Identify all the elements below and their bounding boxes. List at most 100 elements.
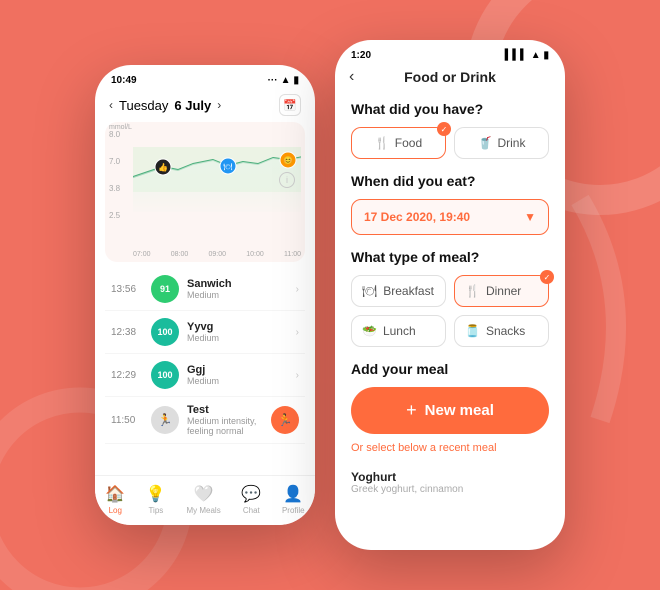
y-label-2: 7.0 xyxy=(109,157,120,166)
table-row[interactable]: 12:29 100 Ggj Medium › xyxy=(105,354,305,397)
recent-meal-description: Greek yoghurt, cinnamon xyxy=(351,484,549,495)
meal-time: 12:29 xyxy=(111,370,143,381)
nav-item-profile[interactable]: 👤 Profile xyxy=(282,484,305,515)
phones-container: 10:49 ··· ▲ ▮ ‹ Tuesday 6 July › 📅 8.0 7… xyxy=(95,40,565,550)
date-nav: ‹ Tuesday 6 July › xyxy=(109,98,221,113)
score-badge: 100 xyxy=(151,318,179,346)
bottom-navigation: 🏠 Log 💡 Tips 🤍 My Meals 💬 Chat 👤 Profile xyxy=(95,475,315,525)
meal-time: 12:38 xyxy=(111,327,143,338)
chevron-right-icon: › xyxy=(296,284,299,295)
meal-name: Sanwich xyxy=(187,278,288,290)
svg-text:👍: 👍 xyxy=(158,162,168,172)
nav-label-chat: Chat xyxy=(243,506,260,515)
drink-icon: 🥤 xyxy=(478,136,493,150)
signal-bars-icon: ▍▍▍ xyxy=(505,50,528,61)
meal-type-grid: 🍽 Breakfast 🍴 Dinner ✓ 🥗 Lunch 🫙 Snacks xyxy=(351,275,549,347)
meal-info: Ggj Medium xyxy=(187,364,288,386)
food-icon: 🍴 xyxy=(375,136,390,150)
signal-dots: ··· xyxy=(268,75,278,86)
chat-icon: 💬 xyxy=(241,484,261,504)
left-status-bar: 10:49 ··· ▲ ▮ xyxy=(95,65,315,90)
table-row[interactable]: 12:38 100 Yyvg Medium › xyxy=(105,311,305,354)
wifi-icon: ▲ xyxy=(531,50,541,61)
food-label: Food xyxy=(395,136,422,150)
right-status-time: 1:20 xyxy=(351,50,371,61)
new-meal-button[interactable]: + New meal xyxy=(351,387,549,434)
meal-info: Sanwich Medium xyxy=(187,278,288,300)
meal-type-lunch[interactable]: 🥗 Lunch xyxy=(351,315,446,347)
meal-type-dinner[interactable]: 🍴 Dinner ✓ xyxy=(454,275,549,307)
question-meal-type: What type of meal? xyxy=(351,249,549,265)
nav-item-chat[interactable]: 💬 Chat xyxy=(241,484,261,515)
meal-description: Medium xyxy=(187,290,288,300)
lunch-label: Lunch xyxy=(383,324,416,338)
chart-unit: mmol/L xyxy=(109,124,132,131)
meal-info: Test Medium intensity, feeling normal xyxy=(187,404,263,436)
chevron-right-icon: › xyxy=(296,370,299,381)
right-content: What did you have? 🍴 Food ✓ 🥤 Drink When… xyxy=(335,93,565,509)
chart-y-labels: 8.0 7.0 3.8 2.5 xyxy=(109,130,120,220)
breakfast-label: Breakfast xyxy=(383,284,434,298)
y-label-1: 8.0 xyxy=(109,130,120,139)
nav-label-profile: Profile xyxy=(282,506,305,515)
new-meal-label: New meal xyxy=(425,402,494,419)
recent-meal-name: Yoghurt xyxy=(351,470,549,484)
meal-type-snacks[interactable]: 🫙 Snacks xyxy=(454,315,549,347)
food-drink-options: 🍴 Food ✓ 🥤 Drink xyxy=(351,127,549,159)
nav-label-tips: Tips xyxy=(148,506,163,515)
calendar-icon[interactable]: 📅 xyxy=(279,94,301,116)
page-title: Food or Drink xyxy=(404,69,496,85)
battery-icon: ▮ xyxy=(543,50,549,61)
battery-icon: ▮ xyxy=(293,75,299,86)
next-day-button[interactable]: › xyxy=(217,98,221,112)
snacks-icon: 🫙 xyxy=(465,324,480,338)
nav-item-mymeals[interactable]: 🤍 My Meals xyxy=(186,484,220,515)
meal-type-breakfast[interactable]: 🍽 Breakfast xyxy=(351,275,446,307)
table-row[interactable]: 11:50 🏃 Test Medium intensity, feeling n… xyxy=(105,397,305,444)
dinner-icon: 🍴 xyxy=(465,284,480,298)
chevron-down-icon: ▼ xyxy=(524,210,536,224)
score-badge: 91 xyxy=(151,275,179,303)
food-option-button[interactable]: 🍴 Food ✓ xyxy=(351,127,446,159)
svg-text:🍽: 🍽 xyxy=(224,163,233,171)
plus-icon: + xyxy=(406,400,417,421)
profile-icon: 👤 xyxy=(283,484,303,504)
meal-list: 13:56 91 Sanwich Medium › 12:38 100 Yyvg… xyxy=(95,262,315,450)
question-food-or-drink: What did you have? xyxy=(351,101,549,117)
home-icon: 🏠 xyxy=(105,484,125,504)
meal-info: Yyvg Medium xyxy=(187,321,288,343)
nav-item-log[interactable]: 🏠 Log xyxy=(105,484,125,515)
breakfast-icon: 🍽 xyxy=(362,284,377,298)
left-phone: 10:49 ··· ▲ ▮ ‹ Tuesday 6 July › 📅 8.0 7… xyxy=(95,65,315,525)
table-row[interactable]: 13:56 91 Sanwich Medium › xyxy=(105,268,305,311)
meal-name: Ggj xyxy=(187,364,288,376)
day-label: Tuesday xyxy=(119,98,168,113)
list-item[interactable]: Yoghurt Greek yoghurt, cinnamon xyxy=(351,464,549,501)
wifi-icon: ▲ xyxy=(281,75,291,86)
food-check-badge: ✓ xyxy=(437,122,451,136)
top-navigation: ‹ Food or Drink xyxy=(335,65,565,93)
right-phone: 1:20 ▍▍▍ ▲ ▮ ‹ Food or Drink What did yo… xyxy=(335,40,565,550)
prev-day-button[interactable]: ‹ xyxy=(109,98,113,112)
chart-x-labels: 07:00 08:00 09:00 10:00 11:00 xyxy=(133,251,301,258)
dinner-label: Dinner xyxy=(486,284,521,298)
meal-name: Yyvg xyxy=(187,321,288,333)
lunch-icon: 🥗 xyxy=(362,324,377,338)
score-badge: 🏃 xyxy=(151,406,179,434)
datetime-picker-button[interactable]: 17 Dec 2020, 19:40 ▼ xyxy=(351,199,549,235)
drink-option-button[interactable]: 🥤 Drink xyxy=(454,127,549,159)
svg-text:😊: 😊 xyxy=(283,156,293,165)
meal-description: Medium intensity, feeling normal xyxy=(187,416,263,436)
drink-label: Drink xyxy=(497,136,525,150)
nav-item-tips[interactable]: 💡 Tips xyxy=(146,484,166,515)
score-badge: 100 xyxy=(151,361,179,389)
glucose-chart: 8.0 7.0 3.8 2.5 mmol/L xyxy=(105,122,305,262)
dinner-check-badge: ✓ xyxy=(540,270,554,284)
back-button[interactable]: ‹ xyxy=(349,68,354,86)
chevron-right-icon: › xyxy=(296,327,299,338)
chart-info-icon[interactable]: i xyxy=(279,172,295,188)
nav-label-log: Log xyxy=(109,506,122,515)
add-meal-section: Add your meal + New meal Or select below… xyxy=(351,361,549,501)
meal-time: 13:56 xyxy=(111,284,143,295)
right-status-icons: ▍▍▍ ▲ ▮ xyxy=(505,50,549,61)
